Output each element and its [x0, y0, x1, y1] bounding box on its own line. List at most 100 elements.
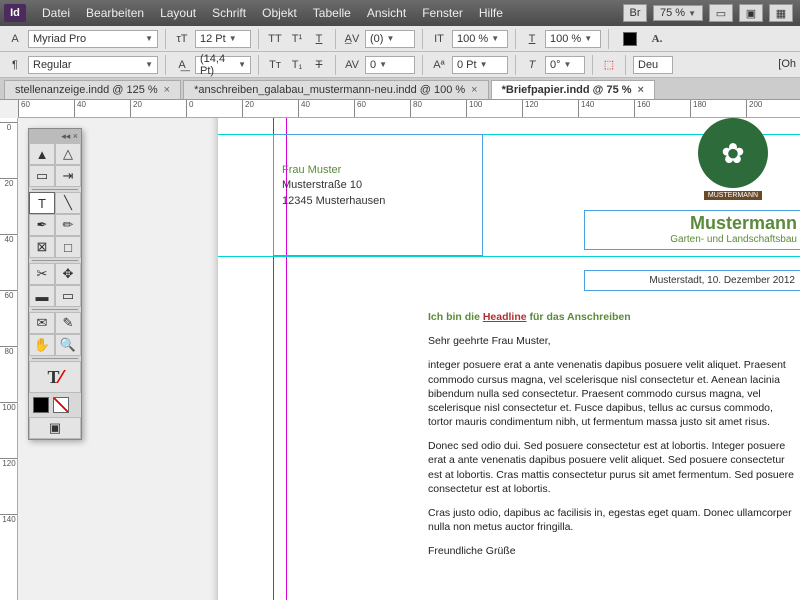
smallcaps-icon[interactable]: Tᴛ [266, 56, 284, 74]
leading-input[interactable]: (14,4 Pt)▼ [195, 56, 251, 74]
rectangle-frame-tool[interactable]: ⊠ [29, 236, 55, 258]
selection-tool[interactable]: ▲ [29, 143, 55, 165]
gap-tool[interactable]: ⇥ [55, 165, 81, 187]
overset-label: [Oh [776, 56, 798, 72]
strikethrough-icon[interactable]: T [310, 56, 328, 74]
view-options-icon[interactable]: ▭ [709, 4, 733, 22]
tracking-input[interactable]: 0▼ [365, 56, 415, 74]
para-format-icon[interactable]: ¶ [6, 56, 24, 74]
scissors-tool[interactable]: ✂ [29, 263, 55, 285]
font-family-input[interactable]: Myriad Pro▼ [28, 30, 158, 48]
body-p3: Cras justo odio, dapibus ac facilisis in… [428, 506, 796, 534]
tools-panel[interactable]: ◂◂ × ▲ △ ▭ ⇥ T ╲ ✒ ✏ ⊠ □ ✂ ✥ ▬ ▭ ✉ ✎ ✋ 🔍… [28, 128, 82, 440]
menu-layout[interactable]: Layout [152, 6, 204, 20]
fill-stroke-tool[interactable]: T⁄ [29, 361, 81, 393]
tools-panel-header[interactable]: ◂◂ × [29, 129, 81, 143]
view-mode-toggle[interactable]: ▣ [29, 417, 81, 439]
vscale-input[interactable]: 100 %▼ [452, 30, 508, 48]
kerning-icon: A̲V [343, 30, 361, 48]
subscript-icon[interactable]: T₁ [288, 56, 306, 74]
company-frame[interactable]: Mustermann Garten- und Landschaftsbau [584, 210, 800, 250]
close-icon[interactable]: × [471, 84, 477, 96]
allcaps-icon[interactable]: TT [266, 30, 284, 48]
note-tool[interactable]: ✉ [29, 312, 55, 334]
canvas[interactable]: Frau Muster Musterstraße 10 12345 Muster… [18, 118, 800, 600]
menu-table[interactable]: Tabelle [305, 6, 359, 20]
type-tool[interactable]: T [29, 192, 55, 214]
ruler-horizontal[interactable]: 60 40 20 0 20 40 60 80 100 120 140 160 1… [18, 100, 800, 118]
date-frame[interactable]: Musterstadt, 10. Dezember 2012 [584, 270, 800, 291]
pen-tool[interactable]: ✒ [29, 214, 55, 236]
arrange-icon[interactable]: ▦ [769, 4, 793, 22]
logo-banner: MUSTERMANN [704, 191, 762, 200]
logo-icon: ✿ [698, 118, 768, 188]
menu-file[interactable]: Datei [34, 6, 78, 20]
recipient-name: Frau Muster [282, 163, 474, 178]
gradient-feather-tool[interactable]: ▭ [55, 285, 81, 307]
pencil-tool[interactable]: ✏ [55, 214, 81, 236]
fill-stroke-proxy[interactable] [616, 29, 644, 49]
tab-doc-3[interactable]: *Briefpapier.indd @ 75 %× [491, 80, 655, 99]
page: Frau Muster Musterstraße 10 12345 Muster… [218, 118, 800, 600]
direct-selection-tool[interactable]: △ [55, 143, 81, 165]
tab-doc-2[interactable]: *anschreiben_galabau_mustermann-neu.indd… [183, 80, 489, 99]
zoom-tool[interactable]: 🔍 [55, 334, 81, 356]
baseline-icon: Aª [430, 56, 448, 74]
headline: Ich bin die Headline für das Anschreiben [428, 310, 796, 324]
address-frame[interactable]: Frau Muster Musterstraße 10 12345 Muster… [273, 134, 483, 256]
document-tabbar: stellenanzeige.indd @ 125 %× *anschreibe… [0, 78, 800, 100]
char-style-icon[interactable]: A. [648, 30, 666, 48]
zoom-level[interactable]: 75 %▼ [653, 5, 703, 21]
kerning-input[interactable]: (0)▼ [365, 30, 415, 48]
recipient-city: 12345 Musterhausen [282, 194, 474, 209]
ruler-vertical[interactable]: 0 20 40 60 80 100 120 140 [0, 118, 18, 600]
font-size-icon: τT [173, 30, 191, 48]
menu-type[interactable]: Schrift [204, 6, 254, 20]
menu-edit[interactable]: Bearbeiten [78, 6, 152, 20]
close-icon[interactable]: × [164, 84, 170, 96]
skew-icon: T [523, 56, 541, 74]
line-tool[interactable]: ╲ [55, 192, 81, 214]
salutation: Sehr geehrte Frau Muster, [428, 334, 796, 348]
screen-mode-icon[interactable]: ▣ [739, 4, 763, 22]
company-subline: Garten- und Landschaftsbau [591, 234, 797, 245]
leading-icon: A͟ [173, 56, 191, 74]
skew-input[interactable]: 0°▼ [545, 56, 585, 74]
underline-icon[interactable]: T [310, 30, 328, 48]
guide-horizontal[interactable] [218, 256, 800, 257]
stroke-none-icon[interactable]: ⬚ [600, 56, 618, 74]
menu-view[interactable]: Ansicht [359, 6, 414, 20]
foreground-swatch[interactable] [33, 397, 49, 413]
workspace: 0 20 40 60 80 100 120 140 Frau Muster Mu… [0, 118, 800, 600]
page-tool[interactable]: ▭ [29, 165, 55, 187]
body-p2: Donec sed odio dui. Sed posuere consecte… [428, 439, 796, 496]
app-logo: Id [4, 4, 26, 22]
menu-help[interactable]: Hilfe [471, 6, 511, 20]
gradient-swatch-tool[interactable]: ▬ [29, 285, 55, 307]
baseline-text-icon: T [523, 30, 541, 48]
menu-object[interactable]: Objekt [254, 6, 305, 20]
baseline-input[interactable]: 0 Pt▼ [452, 56, 508, 74]
logo-frame[interactable]: ✿ MUSTERMANN [688, 118, 778, 200]
hscale-input[interactable]: 100 %▼ [545, 30, 601, 48]
tab-doc-1[interactable]: stellenanzeige.indd @ 125 %× [4, 80, 181, 99]
rectangle-tool[interactable]: □ [55, 236, 81, 258]
vscale-icon: IT [430, 30, 448, 48]
font-size-input[interactable]: 12 Pt▼ [195, 30, 251, 48]
hand-tool[interactable]: ✋ [29, 334, 55, 356]
close-icon[interactable]: × [638, 84, 644, 96]
bridge-button[interactable]: Br [623, 4, 647, 22]
recipient-street: Musterstraße 10 [282, 178, 474, 193]
superscript-icon[interactable]: T¹ [288, 30, 306, 48]
background-swatch[interactable] [53, 397, 69, 413]
eyedropper-tool[interactable]: ✎ [55, 312, 81, 334]
font-style-input[interactable]: Regular▼ [28, 56, 158, 74]
language-input[interactable]: Deu [633, 56, 673, 74]
body-text-frame[interactable]: Ich bin die Headline für das Anschreiben… [428, 310, 796, 568]
date-text: Musterstadt, 10. Dezember 2012 [649, 275, 795, 286]
free-transform-tool[interactable]: ✥ [55, 263, 81, 285]
tracking-icon: AV [343, 56, 361, 74]
control-panel-row2: ¶ Regular▼ A͟ (14,4 Pt)▼ Tᴛ T₁ T AV 0▼ A… [0, 52, 800, 78]
char-format-icon[interactable]: A [6, 30, 24, 48]
menu-window[interactable]: Fenster [414, 6, 471, 20]
